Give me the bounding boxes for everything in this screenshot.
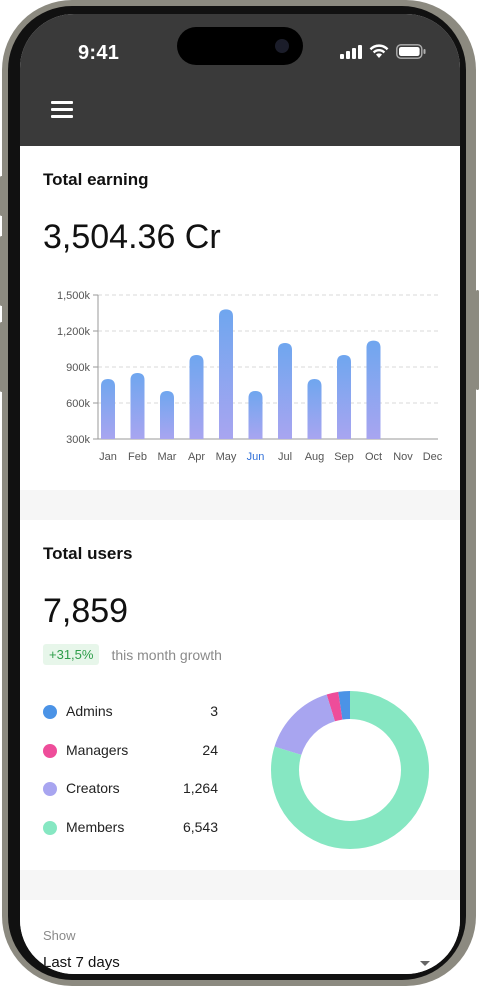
growth-badge: +31,5%: [43, 644, 100, 665]
side-button-power: [476, 290, 479, 390]
chart-bar[interactable]: [278, 343, 292, 439]
x-tick-label: Jul: [278, 451, 292, 463]
chart-bar[interactable]: [366, 340, 381, 439]
legend-item: Members 6,543: [43, 818, 218, 857]
side-button-volume-up: [0, 236, 3, 306]
show-label: Show: [43, 928, 76, 943]
period-select[interactable]: Last 7 days: [43, 954, 120, 971]
phone-frame: 9:41 Total earning 3,504.36 Cr 1,500k 1,…: [0, 0, 480, 988]
side-button-mute: [0, 176, 3, 216]
chart-bar[interactable]: [189, 355, 204, 439]
legend-label: Members: [66, 818, 125, 835]
dynamic-island: [177, 27, 303, 65]
users-title: Total users: [43, 544, 133, 563]
side-button-volume-down: [0, 322, 3, 392]
growth-row: +31,5% this month growth: [43, 644, 222, 665]
chart-bar[interactable]: [307, 379, 322, 439]
chart-bar[interactable]: [248, 391, 263, 439]
y-tick-label: 1,500k: [57, 290, 91, 302]
legend-item: Managers 24: [43, 741, 218, 780]
earning-title: Total earning: [43, 170, 149, 189]
y-tick-label: 600k: [66, 398, 90, 410]
legend-dot-icon: [43, 743, 57, 758]
chart-bar[interactable]: [160, 391, 174, 439]
x-tick-label: Sep: [334, 451, 354, 463]
legend-item: Admins 3: [43, 702, 218, 741]
legend-dot-icon: [43, 782, 57, 796]
y-tick-label: 900k: [66, 362, 90, 374]
chart-bar[interactable]: [337, 355, 351, 439]
hamburger-menu-icon[interactable]: [51, 101, 73, 119]
growth-text: this month growth: [111, 646, 222, 663]
x-tick-label: Feb: [128, 451, 147, 463]
x-tick-label: May: [216, 451, 237, 463]
x-tick-label: Apr: [188, 451, 205, 463]
legend-dot-icon: [43, 820, 57, 835]
legend-count: 1,264: [182, 780, 218, 796]
app-screen: 9:41 Total earning 3,504.36 Cr 1,500k 1,…: [20, 14, 460, 974]
chart-bar[interactable]: [219, 309, 233, 439]
x-tick-label: Jun: [247, 451, 265, 463]
camera-icon: [275, 39, 289, 53]
y-tick-label: 300k: [66, 434, 90, 446]
legend-dot-icon: [43, 705, 57, 719]
users-value: 7,859: [43, 592, 129, 630]
x-tick-label: Aug: [305, 451, 325, 463]
legend-count: 24: [202, 741, 218, 758]
app-header: 9:41: [20, 14, 460, 146]
chart-bar[interactable]: [130, 373, 145, 439]
x-tick-label: Oct: [365, 451, 382, 463]
x-tick-label: Dec: [423, 451, 443, 463]
users-legend: Admins 3 Managers 24 Creators 1,264 Members 6,5…: [43, 702, 218, 856]
x-tick-label: Nov: [393, 451, 413, 463]
chart-bar[interactable]: [101, 379, 115, 439]
cellular-signal-icon: [340, 44, 362, 59]
earning-value: 3,504.36 Cr: [43, 218, 221, 256]
legend-label: Creators: [66, 780, 120, 796]
battery-icon: [396, 44, 426, 59]
x-tick-label: Mar: [158, 451, 177, 463]
legend-label: Managers: [66, 741, 129, 758]
x-tick-label: Jan: [99, 451, 117, 463]
legend-count: 3: [210, 703, 218, 719]
earning-bar-chart: 1,500k 1,200k 900k 600k 300k Jan Feb Mar Apr May J…: [57, 290, 443, 463]
legend-item: Creators 1,264: [43, 779, 218, 818]
legend-count: 6,543: [182, 818, 218, 835]
y-tick-label: 1,200k: [57, 326, 91, 338]
legend-label: Admins: [66, 703, 113, 719]
chevron-down-icon[interactable]: [420, 961, 430, 966]
status-time: 9:41: [78, 42, 120, 64]
users-donut-chart: [271, 691, 429, 849]
wifi-icon: [369, 44, 389, 58]
status-icons: [340, 44, 426, 59]
